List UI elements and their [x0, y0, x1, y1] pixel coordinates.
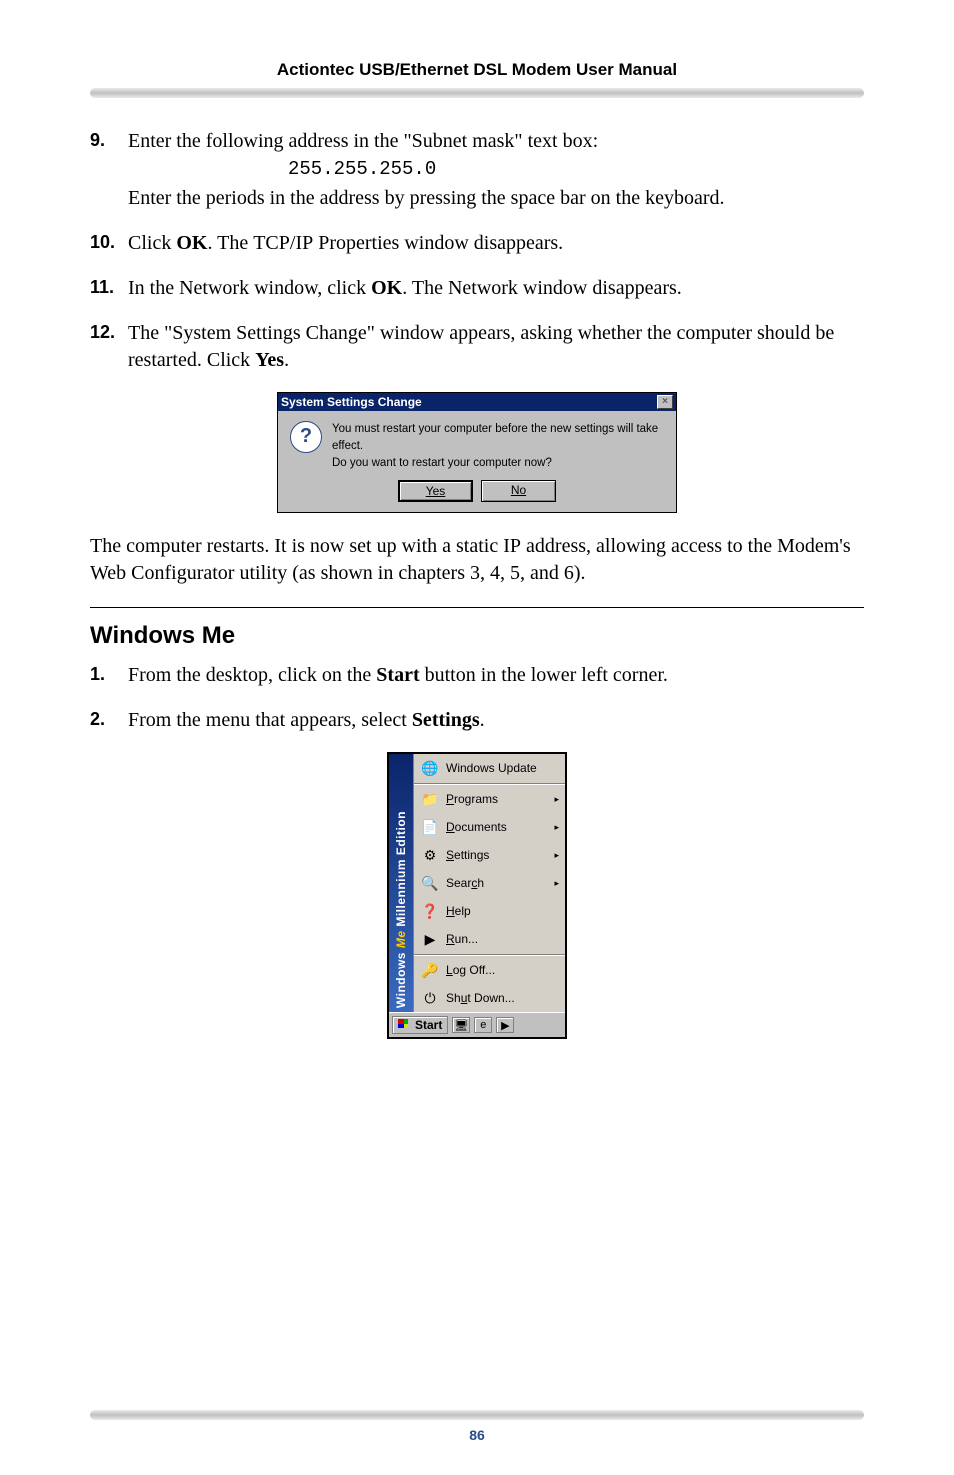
submenu-arrow-icon: ▸: [554, 794, 559, 805]
start-menu-items: 🌐 Windows Update 📁 Programs ▸ 📄 Documents ▸ ⚙ Set…: [413, 754, 565, 1012]
body-text: From the menu that appears, select: [128, 709, 412, 731]
menu-item-logoff[interactable]: 🔑 Log Off...: [414, 956, 565, 984]
smallcaps-tcpip: TCP/IP: [253, 232, 313, 254]
documents-icon: 📄: [420, 817, 440, 837]
footer-rule: [90, 1410, 864, 1420]
bold-start: Start: [376, 664, 419, 686]
start-button[interactable]: Start: [392, 1016, 448, 1034]
menu-item-label: Search: [446, 876, 544, 890]
banner-windows: Windows: [394, 952, 408, 1008]
para-text: The computer restarts. It is now set up …: [90, 535, 503, 557]
step-number: 10.: [90, 230, 128, 257]
step-body: In the Network window, click OK. The Net…: [128, 275, 864, 302]
bold-settings: Settings: [412, 709, 480, 731]
bold-ok: OK: [176, 232, 207, 254]
search-icon: 🔍: [420, 873, 440, 893]
body-text: Click: [128, 232, 176, 254]
menu-item-label: Windows Update: [446, 761, 559, 775]
dialog-title: System Settings Change: [281, 395, 422, 409]
start-menu-screenshot: Windows Me Millennium Edition 🌐 Windows U…: [387, 752, 567, 1039]
yes-label: Yes: [426, 484, 446, 498]
step-body: From the menu that appears, select Setti…: [128, 707, 864, 734]
menu-item-label: Shut Down...: [446, 991, 559, 1005]
body-text: button in the lower left corner.: [420, 664, 668, 686]
menu-item-programs[interactable]: 📁 Programs ▸: [414, 785, 565, 813]
start-label: Start: [415, 1018, 442, 1032]
body-text: . The: [207, 232, 253, 254]
dialog-line2: Do you want to restart your computer now…: [332, 455, 664, 472]
taskbar: Start 🖥 e ▶: [389, 1012, 565, 1037]
menu-item-search[interactable]: 🔍 Search ▸: [414, 869, 565, 897]
body-text: Enter the periods in the address by pres…: [128, 187, 724, 209]
menu-item-label: Settings: [446, 848, 544, 862]
step-number: 2.: [90, 707, 128, 734]
run-icon: ▶: [420, 929, 440, 949]
system-settings-dialog: System Settings Change × ? You must rest…: [277, 392, 677, 514]
menu-separator: [414, 783, 565, 784]
bold-yes: Yes: [255, 349, 284, 371]
submenu-arrow-icon: ▸: [554, 822, 559, 833]
taskbar-ie-icon[interactable]: e: [474, 1017, 492, 1033]
step-number: 12.: [90, 320, 128, 374]
smallcaps-ip: IP: [503, 535, 521, 557]
settings-icon: ⚙: [420, 845, 440, 865]
close-button[interactable]: ×: [657, 395, 673, 409]
menu-item-shutdown[interactable]: ⏻ Shut Down...: [414, 984, 565, 1012]
header-rule: [90, 88, 864, 98]
menu-item-run[interactable]: ▶ Run...: [414, 925, 565, 953]
step-number: 11.: [90, 275, 128, 302]
body-text: The "System Settings Change" window appe…: [128, 322, 834, 371]
menu-item-label: Log Off...: [446, 963, 559, 977]
body-text: In the Network window, click: [128, 277, 371, 299]
body-text: From the desktop, click on the: [128, 664, 376, 686]
start-menu-banner: Windows Me Millennium Edition: [389, 754, 413, 1012]
section-heading-windows-me: Windows Me: [90, 622, 864, 650]
submenu-arrow-icon: ▸: [554, 850, 559, 861]
dialog-line1: You must restart your computer before th…: [332, 421, 664, 456]
dialog-message: You must restart your computer before th…: [332, 421, 664, 473]
section-rule: [90, 607, 864, 608]
taskbar-desktop-icon[interactable]: 🖥: [452, 1017, 470, 1033]
paragraph-after-dialog: The computer restarts. It is now set up …: [90, 533, 864, 587]
step-body: The "System Settings Change" window appe…: [128, 320, 864, 374]
code-subnet: 255.255.255.0: [128, 157, 864, 183]
bold-ok: OK: [371, 277, 402, 299]
page-number: 86: [0, 1427, 954, 1443]
menu-item-label: Run...: [446, 932, 559, 946]
menu-item-label: Programs: [446, 792, 544, 806]
step-number: 9.: [90, 128, 128, 212]
step-body: Click OK. The TCP/IP Properties window d…: [128, 230, 864, 257]
body-text: .: [480, 709, 485, 731]
help-icon: ❓: [420, 901, 440, 921]
body-text: Properties window disappears.: [313, 232, 563, 254]
menu-item-label: Documents: [446, 820, 544, 834]
body-text: .: [284, 349, 289, 371]
yes-button[interactable]: Yes: [398, 480, 473, 502]
menu-item-documents[interactable]: 📄 Documents ▸: [414, 813, 565, 841]
menu-separator: [414, 954, 565, 955]
step-number: 1.: [90, 662, 128, 689]
no-button[interactable]: No: [481, 480, 556, 502]
shutdown-icon: ⏻: [420, 988, 440, 1008]
menu-item-settings[interactable]: ⚙ Settings ▸: [414, 841, 565, 869]
no-label: No: [511, 483, 526, 497]
banner-edition: Millennium Edition: [394, 811, 408, 931]
step-body: From the desktop, click on the Start but…: [128, 662, 864, 689]
submenu-arrow-icon: ▸: [554, 878, 559, 889]
windows-update-icon: 🌐: [420, 758, 440, 778]
question-icon: ?: [290, 421, 322, 453]
step-body: Enter the following address in the "Subn…: [128, 128, 864, 212]
windows-flag-icon: [398, 1019, 412, 1031]
logoff-icon: 🔑: [420, 960, 440, 980]
body-text: Enter the following address in the "Subn…: [128, 130, 598, 152]
body-text: . The Network window disappears.: [402, 277, 682, 299]
page-header-title: Actiontec USB/Ethernet DSL Modem User Ma…: [90, 60, 864, 80]
dialog-titlebar: System Settings Change ×: [278, 393, 676, 411]
menu-item-windows-update[interactable]: 🌐 Windows Update: [414, 754, 565, 782]
banner-me: Me: [394, 931, 408, 949]
menu-item-label: Help: [446, 904, 559, 918]
programs-icon: 📁: [420, 789, 440, 809]
menu-item-help[interactable]: ❓ Help: [414, 897, 565, 925]
taskbar-media-icon[interactable]: ▶: [496, 1017, 514, 1033]
